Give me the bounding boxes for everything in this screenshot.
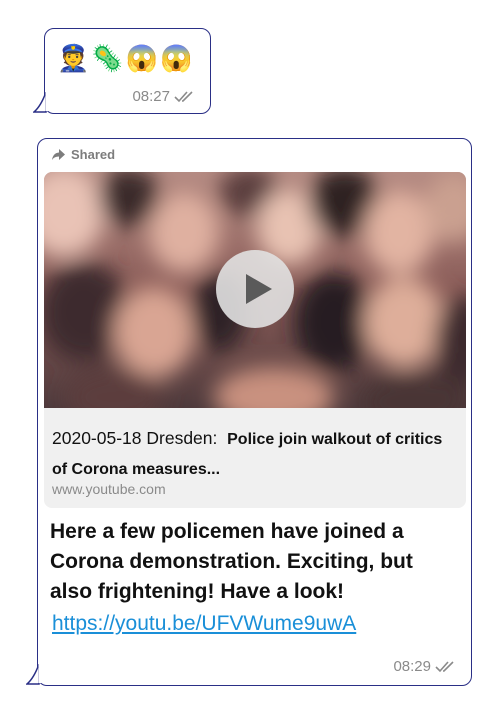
message-text: Here a few policemen have joined a Coron… <box>50 520 413 603</box>
message-time: 08:27 <box>132 88 170 105</box>
emoji-row: 👮🦠😱😱 <box>57 43 195 73</box>
double-check-icon <box>435 660 454 672</box>
message-meta: 08:27 <box>132 88 198 105</box>
shared-label: Shared <box>52 147 115 162</box>
shared-text: Shared <box>71 147 116 162</box>
message-bubble-1[interactable]: 👮🦠😱😱 08:27 <box>44 28 211 114</box>
double-check-icon <box>174 90 193 102</box>
link-preview[interactable]: 2020-05-18 Dresden: Police join walkout … <box>44 172 466 508</box>
play-button[interactable] <box>216 250 294 328</box>
message-time: 08:29 <box>393 658 431 675</box>
bubble-tail <box>33 92 49 113</box>
preview-domain: www.youtube.com <box>52 481 166 497</box>
message-meta: 08:29 <box>393 658 459 675</box>
bubble-tail <box>26 664 42 685</box>
message-bubble-2[interactable]: Shared 2020-05-18 Dresden: Police join w… <box>37 138 472 686</box>
play-icon <box>246 274 272 304</box>
message-link[interactable]: https://youtu.be/UFVWume9uwA <box>52 612 356 636</box>
preview-title[interactable]: 2020-05-18 Dresden: Police join walkout … <box>52 424 460 484</box>
preview-title-prefix: 2020-05-18 Dresden: <box>52 428 218 448</box>
forward-arrow-icon <box>52 148 65 160</box>
